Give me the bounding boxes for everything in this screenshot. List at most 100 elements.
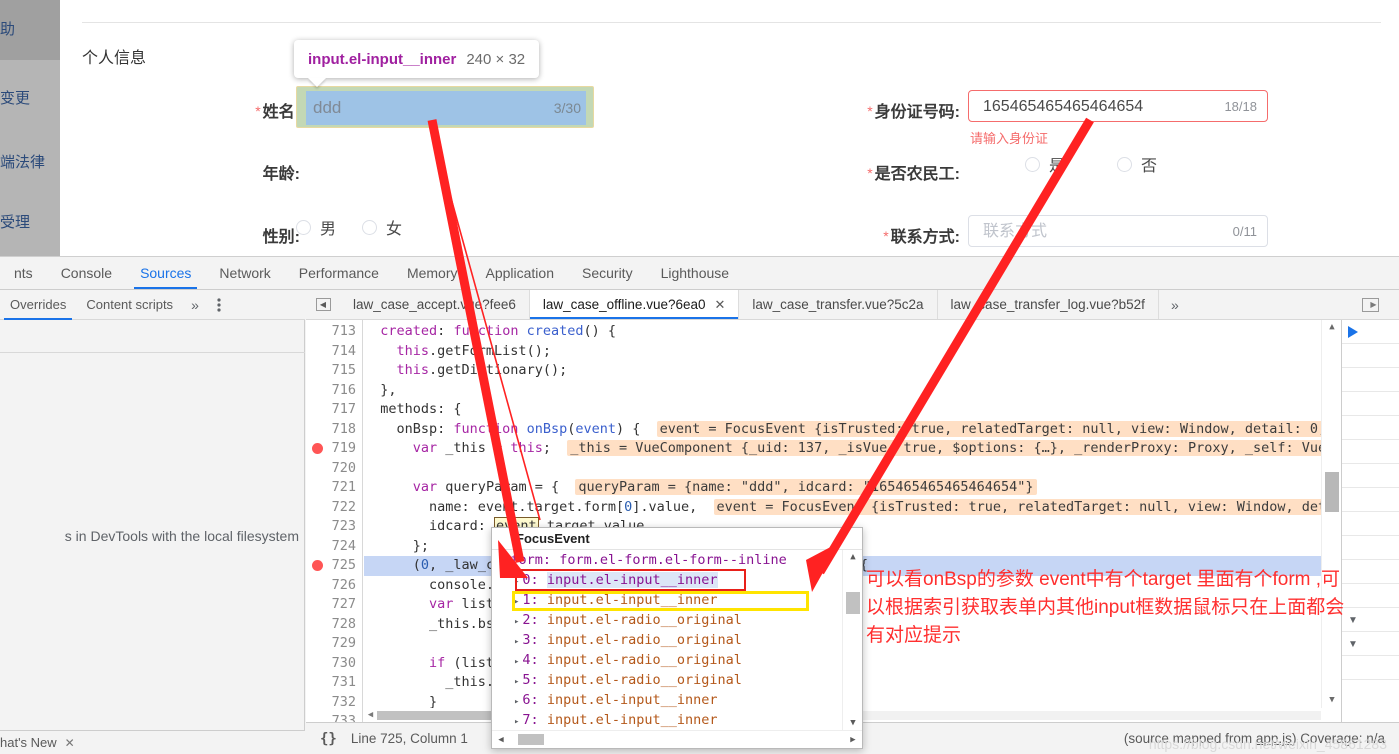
scroll-up-arrow-icon[interactable]: ▲ — [843, 550, 863, 564]
collapse-triangle-icon[interactable]: ▼ — [1348, 615, 1358, 626]
line-number[interactable]: 732 — [332, 693, 356, 713]
close-icon[interactable]: ✕ — [715, 297, 726, 313]
popover-property-row[interactable]: ▸ 3: input.el-radio__original — [492, 630, 842, 650]
line-number[interactable]: 715 — [332, 361, 356, 381]
line-number[interactable]: 720 — [332, 459, 356, 479]
debugger-row[interactable] — [1342, 440, 1399, 464]
triangle-right-icon[interactable]: ▸ — [514, 617, 519, 627]
line-number[interactable]: 721 — [332, 478, 356, 498]
line-number[interactable]: 724 — [332, 537, 356, 557]
line-number[interactable]: 719 — [332, 439, 356, 459]
editor-tab-0[interactable]: law_case_accept.vue?fee6 — [340, 290, 530, 319]
sidebar-item-0[interactable]: 助 — [0, 0, 60, 60]
editor-tab-1[interactable]: law_case_offline.vue?6ea0 ✕ — [529, 290, 740, 319]
triangle-right-icon[interactable]: ▸ — [514, 677, 519, 687]
object-popover[interactable]: FocusEvent ▾ form: form.el-form.el-form--… — [491, 527, 863, 749]
contact-input[interactable]: 联系方式 0/11 — [968, 215, 1268, 247]
line-number[interactable]: 723 — [332, 517, 356, 537]
popover-property-row[interactable]: ▾ form: form.el-form.el-form--inline — [492, 550, 842, 570]
scroll-up-arrow-icon[interactable]: ▲ — [1322, 320, 1341, 335]
line-number[interactable]: 713 — [332, 322, 356, 342]
popover-property-row[interactable]: ▸ 5: input.el-radio__original — [492, 670, 842, 690]
gender-radio-female[interactable]: 女 — [362, 215, 402, 239]
triangle-down-icon[interactable]: ▾ — [502, 557, 507, 567]
migrant-radio-no[interactable]: 否 — [1117, 152, 1157, 176]
debugger-row[interactable] — [1342, 488, 1399, 512]
line-number[interactable]: 726 — [332, 576, 356, 596]
popover-horizontal-scrollbar[interactable]: ◀ ▶ — [492, 730, 862, 748]
popover-property-row[interactable]: ▸ 6: input.el-input__inner — [492, 690, 842, 710]
tab-performance[interactable]: Performance — [285, 257, 393, 289]
tabstrip-nav-button[interactable]: ◀ — [306, 290, 340, 319]
debugger-row[interactable] — [1342, 320, 1399, 344]
triangle-right-icon[interactable]: ▸ — [514, 697, 519, 707]
line-number[interactable]: 730 — [332, 654, 356, 674]
idcard-input[interactable]: 165465465465464654 18/18 — [968, 90, 1268, 122]
popover-property-row[interactable]: ▸ 4: input.el-radio__original — [492, 650, 842, 670]
scroll-right-arrow-icon[interactable]: ▶ — [844, 735, 862, 745]
close-icon[interactable]: ✕ — [65, 736, 75, 750]
migrant-radio-group[interactable]: 是 否 — [1025, 152, 1183, 176]
sidebar-item-2[interactable]: 端法律 — [0, 152, 60, 174]
inspected-element-highlight[interactable]: ddd 3/30 — [296, 86, 594, 128]
debugger-row[interactable]: ▼ — [1342, 608, 1399, 632]
debugger-row[interactable] — [1342, 584, 1399, 608]
popover-property-row[interactable]: ▸ 2: input.el-radio__original — [492, 610, 842, 630]
editor-tabs-more-icon[interactable]: » — [1159, 290, 1191, 319]
debugger-row[interactable] — [1342, 560, 1399, 584]
debugger-row[interactable] — [1342, 512, 1399, 536]
breakpoint-marker-icon[interactable] — [312, 443, 323, 454]
popover-hscroll-track[interactable] — [510, 734, 844, 745]
line-number[interactable]: 722 — [332, 498, 356, 518]
debugger-row[interactable] — [1342, 464, 1399, 488]
gender-radio-group[interactable]: 男 女 — [296, 215, 428, 239]
line-number[interactable]: 717 — [332, 400, 356, 420]
tab-security[interactable]: Security — [568, 257, 647, 289]
debugger-row[interactable] — [1342, 416, 1399, 440]
breakpoint-marker-icon[interactable] — [312, 560, 323, 571]
tab-nts[interactable]: nts — [0, 257, 47, 289]
debugger-row[interactable] — [1342, 368, 1399, 392]
tab-memory[interactable]: Memory — [393, 257, 472, 289]
collapse-triangle-icon[interactable]: ▼ — [1348, 639, 1358, 650]
debugger-row[interactable]: ▼ — [1342, 632, 1399, 656]
tab-console[interactable]: Console — [47, 257, 126, 289]
subtab-overrides[interactable]: Overrides — [0, 290, 76, 320]
popover-property-row[interactable]: ▸ 7: input.el-input__inner — [492, 710, 842, 730]
popover-hscroll-thumb[interactable] — [518, 734, 544, 745]
tab-sources[interactable]: Sources — [126, 257, 205, 289]
line-number[interactable]: 728 — [332, 615, 356, 635]
triangle-right-icon[interactable]: ▸ — [514, 637, 519, 647]
editor-tab-3[interactable]: law_case_transfer_log.vue?b52f — [938, 290, 1159, 319]
vscroll-thumb[interactable] — [1325, 472, 1339, 512]
editor-tab-2[interactable]: law_case_transfer.vue?5c2a — [739, 290, 938, 319]
line-number[interactable]: 716 — [332, 381, 356, 401]
triangle-right-icon[interactable]: ▸ — [514, 657, 519, 667]
scroll-left-arrow-icon[interactable]: ◀ — [364, 710, 377, 720]
line-number[interactable]: 718 — [332, 420, 356, 440]
scroll-down-arrow-icon[interactable]: ▼ — [843, 716, 863, 730]
line-number[interactable]: 729 — [332, 634, 356, 654]
debugger-row[interactable] — [1342, 344, 1399, 368]
scroll-down-arrow-icon[interactable]: ▼ — [1322, 693, 1341, 708]
more-options-icon[interactable] — [207, 297, 231, 313]
chevron-right-icon[interactable]: » — [183, 297, 207, 313]
line-number[interactable]: 733 — [332, 712, 356, 722]
migrant-radio-yes[interactable]: 是 — [1025, 152, 1065, 176]
scroll-left-arrow-icon[interactable]: ◀ — [492, 735, 510, 745]
tab-application[interactable]: Application — [472, 257, 569, 289]
tab-network[interactable]: Network — [205, 257, 284, 289]
line-number[interactable]: 727 — [332, 595, 356, 615]
line-number[interactable]: 731 — [332, 673, 356, 693]
debugger-row[interactable] — [1342, 656, 1399, 680]
triangle-right-icon[interactable]: ▸ — [514, 717, 519, 727]
subtab-content-scripts[interactable]: Content scripts — [76, 290, 183, 320]
sidebar-item-3[interactable]: 受理 — [0, 212, 60, 234]
line-number[interactable]: 725 — [332, 556, 356, 576]
popover-vscroll-thumb[interactable] — [846, 592, 860, 614]
dock-side-button[interactable]: ▶ — [1341, 290, 1399, 320]
debugger-row[interactable] — [1342, 536, 1399, 560]
sidebar-item-1[interactable]: 变更 — [0, 88, 60, 110]
popover-vertical-scrollbar[interactable]: ▲ ▼ — [842, 550, 862, 730]
gender-radio-male[interactable]: 男 — [296, 215, 336, 239]
